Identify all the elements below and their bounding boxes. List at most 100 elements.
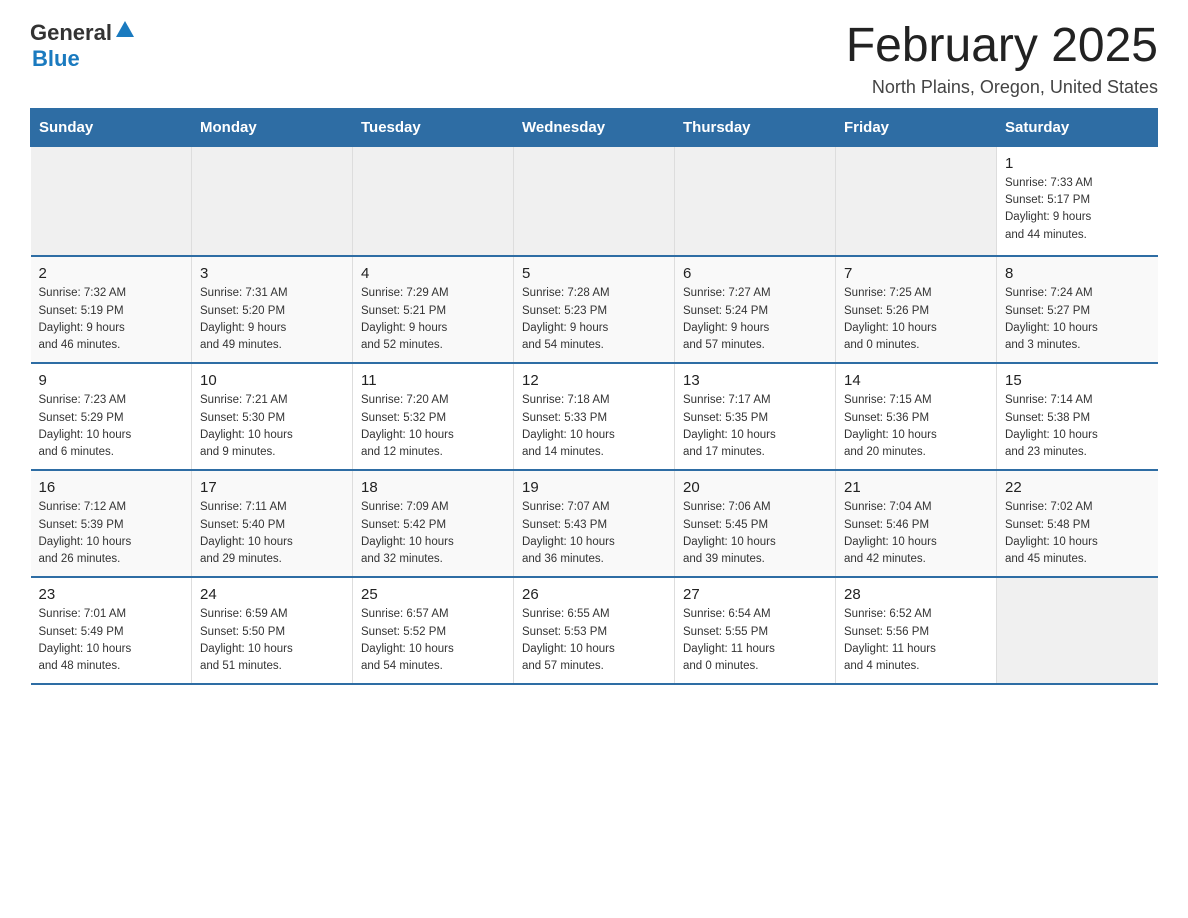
weekday-header-row: Sunday Monday Tuesday Wednesday Thursday… <box>31 108 1158 146</box>
table-row: 6 Sunrise: 7:27 AM Sunset: 5:24 PM Daylig… <box>675 256 836 363</box>
day-info: Sunrise: 7:12 AM Sunset: 5:39 PM Dayligh… <box>39 499 184 568</box>
day-number: 7 <box>844 265 988 282</box>
table-row: 15 Sunrise: 7:14 AM Sunset: 5:38 PM Dayli… <box>997 363 1158 470</box>
table-row: 5 Sunrise: 7:28 AM Sunset: 5:23 PM Daylig… <box>514 256 675 363</box>
day-number: 21 <box>844 479 988 496</box>
table-row: 1Sunrise: 7:33 AM Sunset: 5:17 PM Daylig… <box>997 146 1158 256</box>
table-row: 17Sunrise: 7:11 AM Sunset: 5:40 PM Dayli… <box>192 470 353 577</box>
day-number: 2 <box>39 265 184 282</box>
day-number: 11 <box>361 372 505 389</box>
calendar-week-row: 16 Sunrise: 7:12 AM Sunset: 5:39 PM Dayli… <box>31 470 1158 577</box>
day-info: Sunrise: 6:57 AM Sunset: 5:52 PM Dayligh… <box>361 606 505 675</box>
day-info: Sunrise: 7:28 AM Sunset: 5:23 PM Dayligh… <box>522 285 666 354</box>
day-info: Sunrise: 7:29 AM Sunset: 5:21 PM Dayligh… <box>361 285 505 354</box>
header-sunday: Sunday <box>31 108 192 146</box>
day-info: Sunrise: 7:24 AM Sunset: 5:27 PM Dayligh… <box>1005 285 1150 354</box>
day-number: 3 <box>200 265 344 282</box>
header-saturday: Saturday <box>997 108 1158 146</box>
day-info: Sunrise: 7:02 AM Sunset: 5:48 PM Dayligh… <box>1005 499 1150 568</box>
month-title: February 2025 <box>846 20 1158 73</box>
header-monday: Monday <box>192 108 353 146</box>
table-row: 4 Sunrise: 7:29 AM Sunset: 5:21 PM Daylig… <box>353 256 514 363</box>
day-number: 5 <box>522 265 666 282</box>
table-row <box>997 577 1158 684</box>
day-number: 25 <box>361 586 505 603</box>
calendar-week-row: 9 Sunrise: 7:23 AM Sunset: 5:29 PM Daylig… <box>31 363 1158 470</box>
logo: General Blue <box>30 20 134 72</box>
day-info: Sunrise: 6:52 AM Sunset: 5:56 PM Dayligh… <box>844 606 988 675</box>
table-row <box>353 146 514 256</box>
table-row: 18 Sunrise: 7:09 AM Sunset: 5:42 PM Dayli… <box>353 470 514 577</box>
logo-triangle-icon <box>116 21 134 42</box>
day-number: 10 <box>200 372 344 389</box>
day-number: 19 <box>522 479 666 496</box>
day-info: Sunrise: 7:04 AM Sunset: 5:46 PM Dayligh… <box>844 499 988 568</box>
day-number: 27 <box>683 586 827 603</box>
day-number: 6 <box>683 265 827 282</box>
day-number: 9 <box>39 372 184 389</box>
table-row <box>836 146 997 256</box>
table-row <box>192 146 353 256</box>
table-row: 16 Sunrise: 7:12 AM Sunset: 5:39 PM Dayli… <box>31 470 192 577</box>
day-info: Sunrise: 7:01 AM Sunset: 5:49 PM Dayligh… <box>39 606 184 675</box>
table-row: 11 Sunrise: 7:20 AM Sunset: 5:32 PM Dayli… <box>353 363 514 470</box>
calendar-week-row: 2 Sunrise: 7:32 AM Sunset: 5:19 PM Daylig… <box>31 256 1158 363</box>
day-info: Sunrise: 7:06 AM Sunset: 5:45 PM Dayligh… <box>683 499 827 568</box>
day-number: 18 <box>361 479 505 496</box>
table-row: 27Sunrise: 6:54 AM Sunset: 5:55 PM Dayli… <box>675 577 836 684</box>
day-number: 16 <box>39 479 184 496</box>
table-row: 13Sunrise: 7:17 AM Sunset: 5:35 PM Dayli… <box>675 363 836 470</box>
table-row: 8Sunrise: 7:24 AM Sunset: 5:27 PM Daylig… <box>997 256 1158 363</box>
day-number: 26 <box>522 586 666 603</box>
day-info: Sunrise: 6:55 AM Sunset: 5:53 PM Dayligh… <box>522 606 666 675</box>
table-row: 25 Sunrise: 6:57 AM Sunset: 5:52 PM Dayli… <box>353 577 514 684</box>
day-info: Sunrise: 7:23 AM Sunset: 5:29 PM Dayligh… <box>39 392 184 461</box>
day-info: Sunrise: 7:32 AM Sunset: 5:19 PM Dayligh… <box>39 285 184 354</box>
day-number: 4 <box>361 265 505 282</box>
header-wednesday: Wednesday <box>514 108 675 146</box>
table-row: 2 Sunrise: 7:32 AM Sunset: 5:19 PM Daylig… <box>31 256 192 363</box>
calendar-week-row: 1Sunrise: 7:33 AM Sunset: 5:17 PM Daylig… <box>31 146 1158 256</box>
day-info: Sunrise: 7:21 AM Sunset: 5:30 PM Dayligh… <box>200 392 344 461</box>
day-number: 12 <box>522 372 666 389</box>
logo-blue-text: Blue <box>32 46 80 72</box>
table-row: 10 Sunrise: 7:21 AM Sunset: 5:30 PM Dayli… <box>192 363 353 470</box>
table-row <box>514 146 675 256</box>
day-info: Sunrise: 7:07 AM Sunset: 5:43 PM Dayligh… <box>522 499 666 568</box>
day-info: Sunrise: 6:59 AM Sunset: 5:50 PM Dayligh… <box>200 606 344 675</box>
logo-general-text: General <box>30 20 112 46</box>
day-info: Sunrise: 7:33 AM Sunset: 5:17 PM Dayligh… <box>1005 175 1150 244</box>
table-row <box>31 146 192 256</box>
header-right: February 2025 North Plains, Oregon, Unit… <box>846 20 1158 98</box>
day-info: Sunrise: 7:20 AM Sunset: 5:32 PM Dayligh… <box>361 392 505 461</box>
day-info: Sunrise: 7:18 AM Sunset: 5:33 PM Dayligh… <box>522 392 666 461</box>
table-row: 12 Sunrise: 7:18 AM Sunset: 5:33 PM Dayli… <box>514 363 675 470</box>
day-info: Sunrise: 7:15 AM Sunset: 5:36 PM Dayligh… <box>844 392 988 461</box>
day-info: Sunrise: 7:11 AM Sunset: 5:40 PM Dayligh… <box>200 499 344 568</box>
header-thursday: Thursday <box>675 108 836 146</box>
table-row: 22Sunrise: 7:02 AM Sunset: 5:48 PM Dayli… <box>997 470 1158 577</box>
header-friday: Friday <box>836 108 997 146</box>
day-info: Sunrise: 7:14 AM Sunset: 5:38 PM Dayligh… <box>1005 392 1150 461</box>
table-row: 26 Sunrise: 6:55 AM Sunset: 5:53 PM Dayli… <box>514 577 675 684</box>
table-row: 28 Sunrise: 6:52 AM Sunset: 5:56 PM Dayli… <box>836 577 997 684</box>
day-info: Sunrise: 7:27 AM Sunset: 5:24 PM Dayligh… <box>683 285 827 354</box>
day-info: Sunrise: 7:17 AM Sunset: 5:35 PM Dayligh… <box>683 392 827 461</box>
day-number: 20 <box>683 479 827 496</box>
day-number: 24 <box>200 586 344 603</box>
day-number: 15 <box>1005 372 1150 389</box>
table-row: 21 Sunrise: 7:04 AM Sunset: 5:46 PM Dayli… <box>836 470 997 577</box>
table-row: 7 Sunrise: 7:25 AM Sunset: 5:26 PM Daylig… <box>836 256 997 363</box>
table-row: 23Sunrise: 7:01 AM Sunset: 5:49 PM Dayli… <box>31 577 192 684</box>
table-row: 20 Sunrise: 7:06 AM Sunset: 5:45 PM Dayli… <box>675 470 836 577</box>
calendar-week-row: 23Sunrise: 7:01 AM Sunset: 5:49 PM Dayli… <box>31 577 1158 684</box>
page-header: General Blue February 2025 North Plains,… <box>30 20 1158 98</box>
day-number: 28 <box>844 586 988 603</box>
table-row: 9 Sunrise: 7:23 AM Sunset: 5:29 PM Daylig… <box>31 363 192 470</box>
day-info: Sunrise: 7:09 AM Sunset: 5:42 PM Dayligh… <box>361 499 505 568</box>
day-info: Sunrise: 7:25 AM Sunset: 5:26 PM Dayligh… <box>844 285 988 354</box>
calendar-table: Sunday Monday Tuesday Wednesday Thursday… <box>30 108 1158 686</box>
table-row: 19 Sunrise: 7:07 AM Sunset: 5:43 PM Dayli… <box>514 470 675 577</box>
table-row: 14Sunrise: 7:15 AM Sunset: 5:36 PM Dayli… <box>836 363 997 470</box>
location-text: North Plains, Oregon, United States <box>846 77 1158 98</box>
